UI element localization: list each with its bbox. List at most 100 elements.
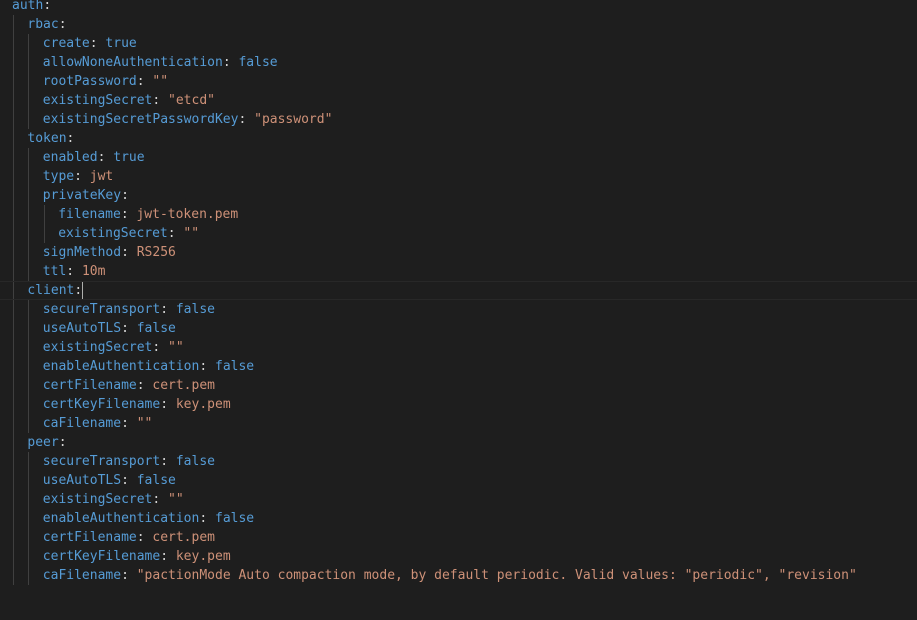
indent-guide	[28, 528, 30, 547]
indent-guide	[28, 167, 30, 186]
indent-guide	[13, 53, 14, 72]
code-line[interactable]: peer:	[0, 433, 917, 452]
indent-guide	[13, 129, 14, 148]
indent-guide	[13, 34, 14, 53]
code-line-content: certFilename: cert.pem	[43, 528, 215, 547]
code-line[interactable]: client:	[0, 281, 917, 300]
indent-guide	[28, 509, 30, 528]
yaml-colon: :	[167, 226, 184, 241]
indent-guide	[28, 547, 30, 566]
yaml-value: ""	[136, 416, 153, 431]
text-cursor	[82, 282, 84, 299]
yaml-colon: :	[74, 283, 83, 298]
code-line[interactable]: create: true	[0, 34, 917, 53]
yaml-value: RS256	[136, 245, 176, 260]
indent-guide	[28, 376, 30, 395]
code-line-content: peer:	[27, 433, 66, 452]
code-editor[interactable]: auth: rbac: create: true allowNoneAuthentic…	[0, 0, 917, 620]
code-line[interactable]: certFilename: cert.pem	[0, 376, 917, 395]
code-line-content: client:	[27, 282, 84, 299]
code-line[interactable]: token:	[0, 129, 917, 148]
indent-guide	[13, 243, 14, 262]
code-line[interactable]: existingSecret: ""	[0, 338, 917, 357]
code-line[interactable]: useAutoTLS: false	[0, 471, 917, 490]
code-line-content: caFilename: "pactionMode Auto compaction…	[43, 566, 857, 585]
yaml-key: secureTransport	[42, 302, 161, 317]
code-line[interactable]: allowNoneAuthentication: false	[0, 53, 917, 72]
yaml-key: existingSecret	[58, 226, 168, 241]
code-line[interactable]: certFilename: cert.pem	[0, 528, 917, 547]
indent-guide	[28, 34, 30, 53]
code-line[interactable]: useAutoTLS: false	[0, 319, 917, 338]
yaml-value: false	[136, 473, 176, 488]
indent-guide	[28, 91, 30, 110]
code-line[interactable]: existingSecret: ""	[0, 490, 917, 509]
yaml-colon: :	[152, 492, 169, 507]
indent-guide	[28, 357, 30, 376]
indent-guide	[28, 319, 30, 338]
yaml-value: ""	[168, 340, 184, 355]
code-line[interactable]: filename: jwt-token.pem	[0, 205, 917, 224]
code-line[interactable]: caFilename: "pactionMode Auto compaction…	[0, 566, 917, 585]
yaml-value: cert.pem	[152, 378, 215, 393]
code-line-content: token:	[27, 129, 74, 148]
code-line[interactable]: auth:	[0, 0, 917, 15]
indent-guide	[13, 566, 14, 585]
code-line[interactable]: enableAuthentication: false	[0, 509, 917, 528]
code-line-content: allowNoneAuthentication: false	[43, 53, 278, 72]
yaml-colon: :	[121, 416, 137, 431]
yaml-key: certFilename	[42, 530, 137, 545]
yaml-colon: :	[121, 321, 137, 336]
code-line-content: caFilename: ""	[43, 414, 153, 433]
indent-guide	[13, 300, 14, 319]
yaml-key: enableAuthentication	[42, 511, 200, 526]
indent-guide	[13, 262, 14, 281]
yaml-value: false	[175, 454, 215, 469]
yaml-colon: :	[152, 93, 169, 108]
yaml-key: useAutoTLS	[42, 321, 122, 336]
code-line[interactable]: privateKey:	[0, 186, 917, 205]
yaml-colon: :	[222, 55, 239, 70]
code-line-content: ttl: 10m	[43, 262, 106, 281]
indent-guide	[28, 53, 30, 72]
indent-guide	[13, 91, 14, 110]
indent-guide	[13, 186, 14, 205]
indent-guide	[13, 376, 14, 395]
code-line[interactable]: existingSecret: ""	[0, 224, 917, 243]
indent-guide	[13, 490, 14, 509]
code-line[interactable]: certKeyFilename: key.pem	[0, 395, 917, 414]
code-line[interactable]: ttl: 10m	[0, 262, 917, 281]
code-line-content: enableAuthentication: false	[43, 357, 254, 376]
code-line[interactable]: signMethod: RS256	[0, 243, 917, 262]
code-line[interactable]: type: jwt	[0, 167, 917, 186]
yaml-colon: :	[121, 245, 137, 260]
yaml-key: privateKey	[42, 188, 122, 203]
code-line[interactable]: rootPassword: ""	[0, 72, 917, 91]
code-line[interactable]: existingSecret: "etcd"	[0, 91, 917, 110]
code-line[interactable]: caFilename: ""	[0, 414, 917, 433]
indent-guide	[13, 357, 14, 376]
code-line-content: existingSecret: ""	[43, 338, 184, 357]
yaml-key: auth	[12, 0, 44, 13]
code-line[interactable]: enabled: true	[0, 148, 917, 167]
code-line[interactable]: rbac:	[0, 15, 917, 34]
yaml-colon: :	[238, 112, 255, 127]
yaml-value: false	[215, 359, 255, 374]
yaml-colon: :	[152, 340, 169, 355]
code-line-content: useAutoTLS: false	[43, 319, 176, 338]
code-line[interactable]: secureTransport: false	[0, 452, 917, 471]
code-line[interactable]: enableAuthentication: false	[0, 357, 917, 376]
code-line-content: enabled: true	[43, 148, 145, 167]
code-line[interactable]: existingSecretPasswordKey: "password"	[0, 110, 917, 129]
yaml-key: caFilename	[42, 416, 122, 431]
indent-guide	[28, 490, 30, 509]
yaml-value: false	[238, 55, 278, 70]
yaml-key: token	[27, 131, 67, 146]
yaml-colon: :	[120, 207, 137, 222]
yaml-colon: :	[58, 435, 67, 450]
code-line[interactable]: secureTransport: false	[0, 300, 917, 319]
code-line[interactable]: certKeyFilename: key.pem	[0, 547, 917, 566]
indent-guide	[43, 224, 45, 243]
code-line-content: certKeyFilename: key.pem	[43, 395, 231, 414]
indent-guide	[13, 319, 14, 338]
